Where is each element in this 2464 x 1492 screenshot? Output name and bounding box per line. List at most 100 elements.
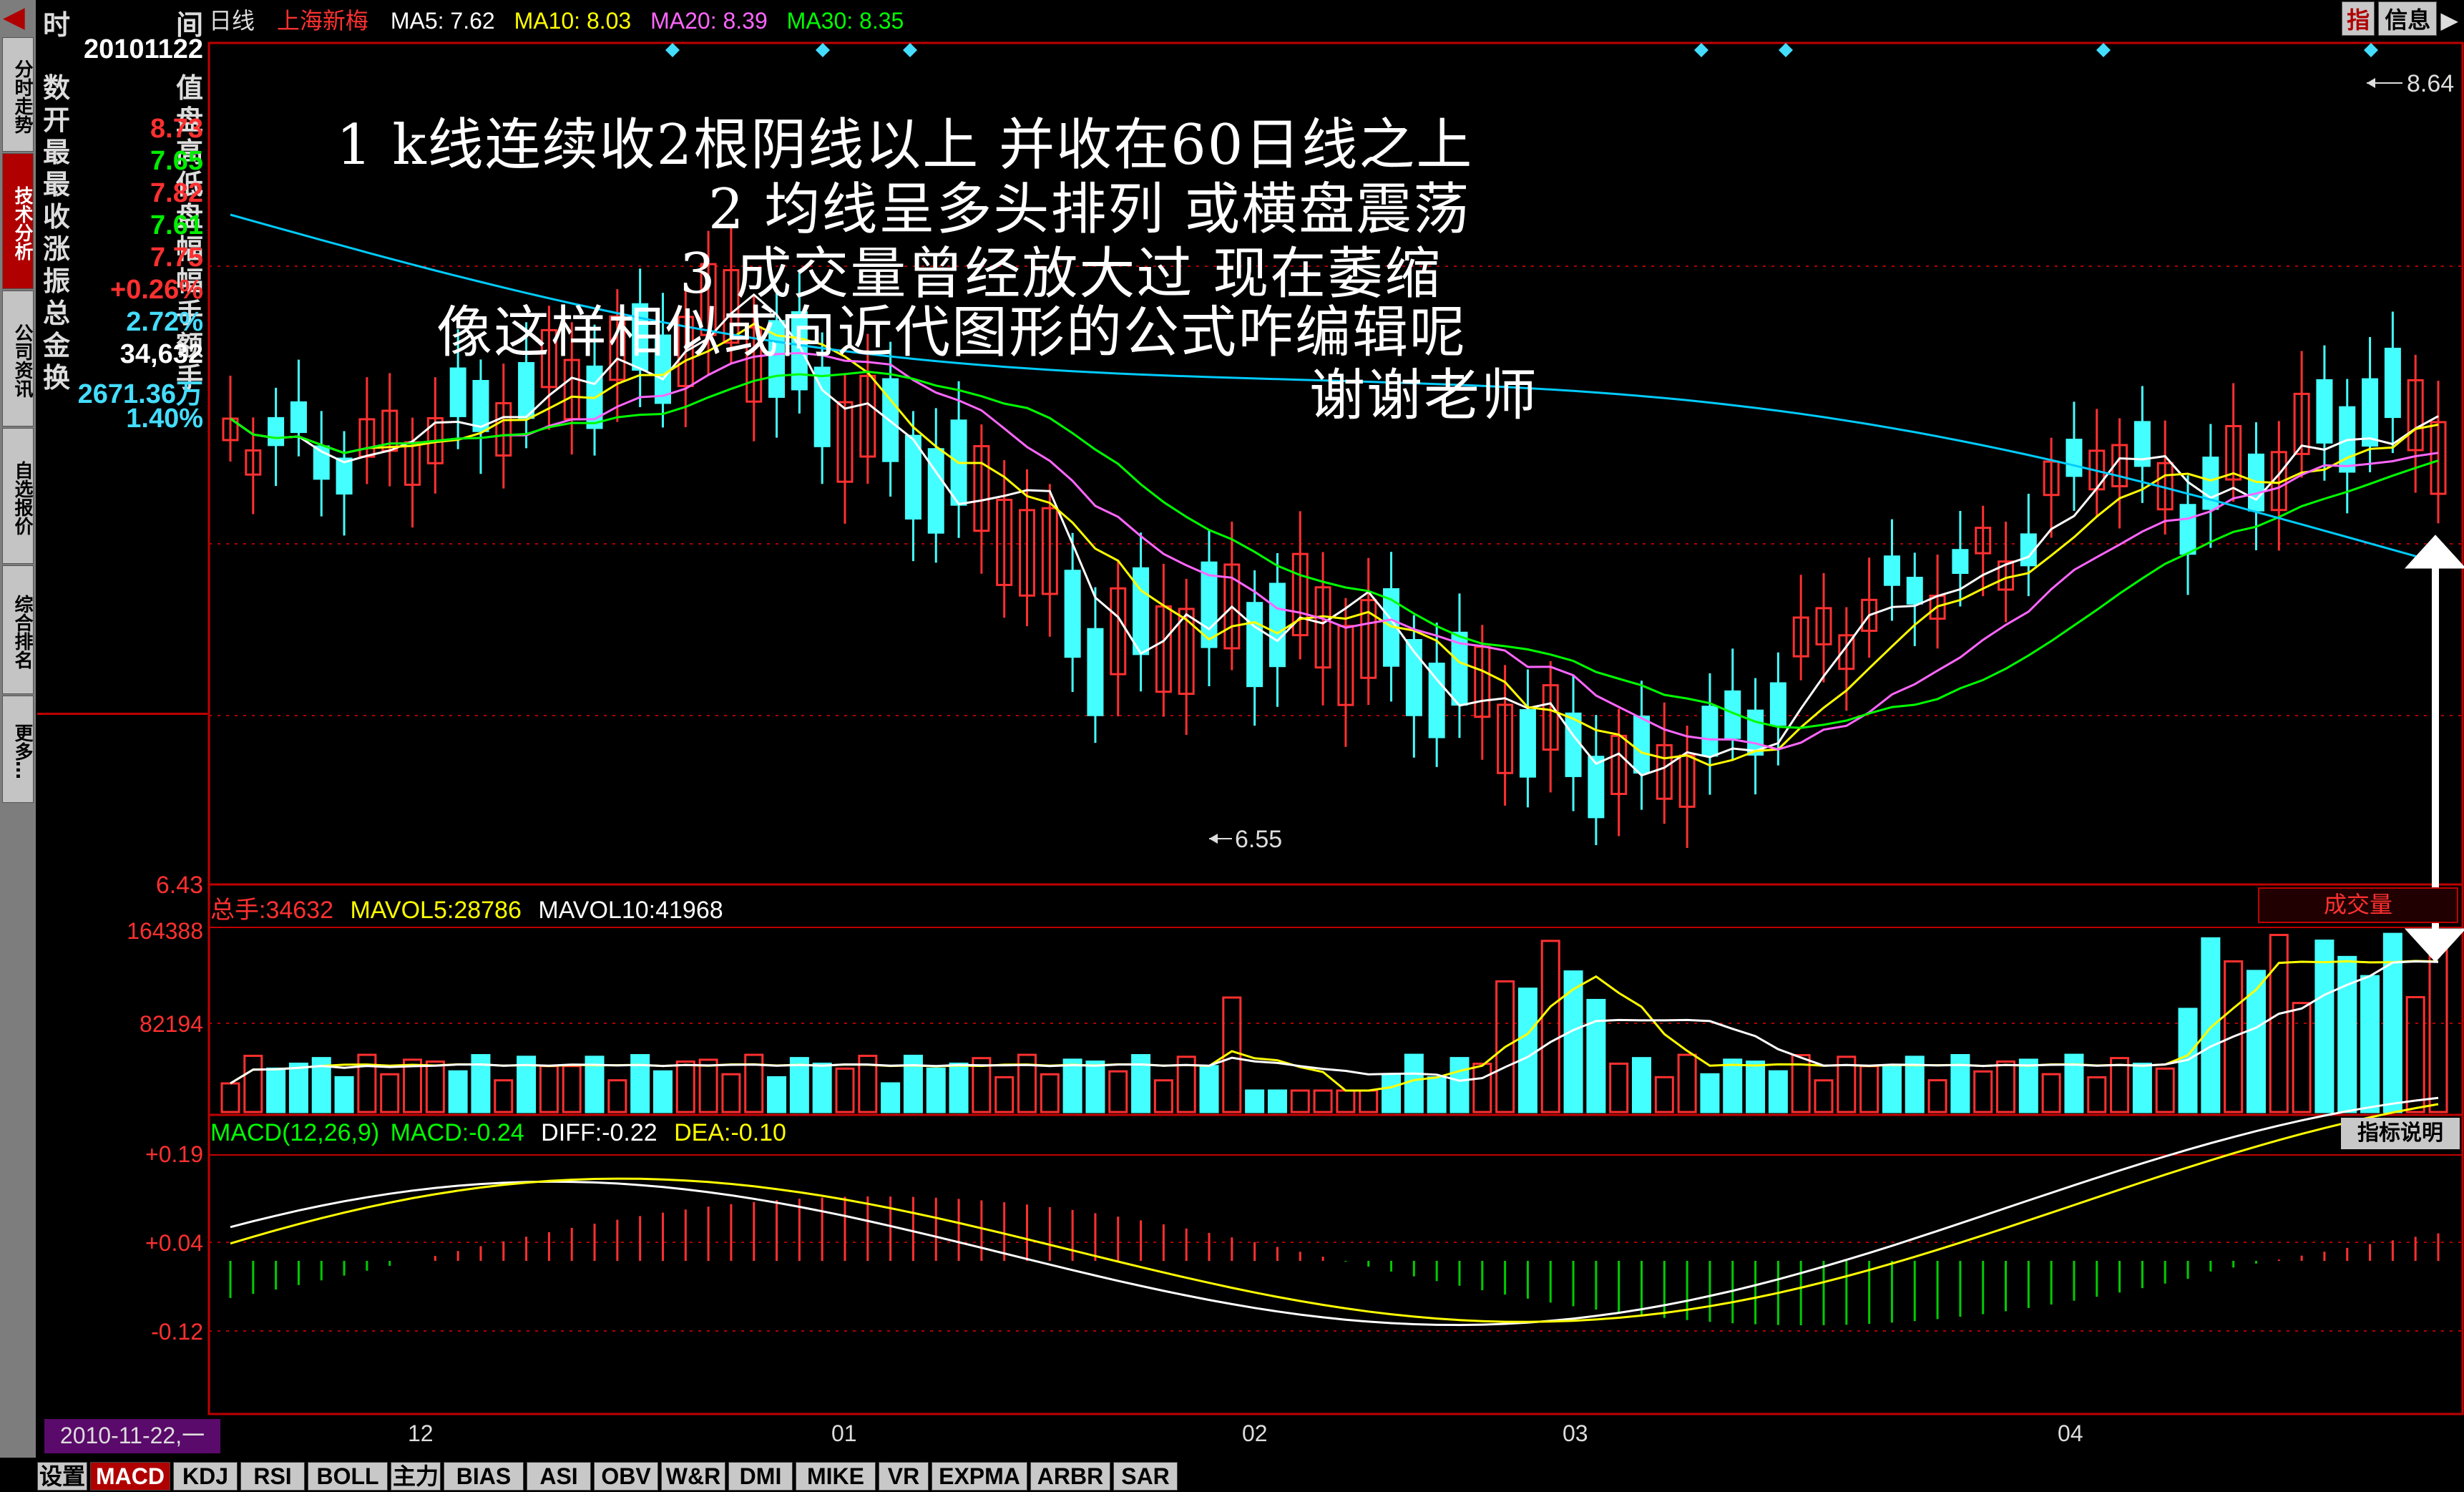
volume-bar (2246, 970, 2266, 1113)
volume-bar (1313, 1089, 1333, 1113)
macd-tick-1: +0.19 (145, 1141, 203, 1167)
candle-body (1087, 628, 1104, 716)
volume-bar (1290, 1089, 1310, 1113)
volume-bar (1153, 1079, 1173, 1113)
volume-bar (1973, 1070, 1993, 1113)
diff-label: DIFF: (541, 1119, 602, 1146)
volume-ma-lines (230, 960, 2439, 1092)
tab-vr[interactable]: VR (879, 1462, 929, 1491)
volume-bar (1586, 998, 1606, 1113)
x-label-feb: 02 (1242, 1420, 1268, 1446)
macd-label: MACD: (390, 1119, 469, 1146)
tab-sar[interactable]: SAR (1113, 1462, 1178, 1491)
candle-body (1519, 708, 1536, 778)
volume-bar (1108, 1070, 1128, 1113)
volume-bar (2201, 937, 2221, 1113)
tab-w-r[interactable]: W&R (661, 1462, 725, 1491)
candle-body (1633, 715, 1650, 774)
candle-body (1268, 582, 1286, 668)
volume-bar (812, 1063, 832, 1113)
volume-button[interactable]: 成交量 (2258, 887, 2458, 923)
tab-bias[interactable]: BIAS (444, 1462, 524, 1491)
stock-chart-window: 分时走势 技术分析 公司资讯 自选报价 综合排名 更多… ◀ 时间 201011… (0, 0, 2464, 1492)
tab-dmi[interactable]: DMI (728, 1462, 793, 1491)
volume-bar (1746, 1061, 1766, 1113)
volume-bar (403, 1058, 423, 1113)
volume-bar (1517, 988, 1537, 1113)
tab-boll[interactable]: BOLL (308, 1462, 388, 1491)
volume-bar (2337, 955, 2357, 1113)
candle-body (1064, 570, 1081, 658)
candle-body (1952, 549, 1969, 574)
volume-bar (926, 1067, 946, 1113)
price-bottom-tick: 6.43 (156, 872, 203, 899)
volume-bar (1040, 1073, 1060, 1113)
x-label-jan: 01 (831, 1420, 857, 1446)
candle-body (472, 379, 489, 432)
dea-value: -0.10 (730, 1119, 786, 1146)
x-label-apr: 04 (2058, 1420, 2083, 1446)
volume-bar (1996, 1060, 2016, 1113)
tab-rsi[interactable]: RSI (240, 1462, 305, 1491)
vol-tick-1: 164388 (127, 918, 203, 944)
volume-bar (1199, 1065, 1219, 1113)
tab--[interactable]: 主力 (391, 1462, 441, 1491)
candle-body (449, 367, 466, 417)
volume-bar (2292, 1002, 2312, 1113)
mavol10: 41968 (655, 897, 723, 924)
volume-bar (1654, 1076, 1674, 1113)
volume-bar (448, 1070, 468, 1113)
volume-bar (1882, 1065, 1902, 1113)
vol-total-label: 总手: (210, 897, 266, 924)
volume-bar (1062, 1058, 1082, 1113)
volume-bar (1085, 1061, 1105, 1113)
volume-bar (767, 1076, 787, 1113)
tab--[interactable]: 设置 (37, 1462, 87, 1491)
tab-obv[interactable]: OBV (594, 1462, 658, 1491)
tab-mike[interactable]: MIKE (796, 1462, 876, 1491)
tab-arbr[interactable]: ARBR (1030, 1462, 1110, 1491)
mavol10-label: MAVOL10: (538, 897, 656, 924)
indicator-tabs: 设置 MACD KDJ RSI BOLL 主力 BIAS ASI OBV W&R DMI MIKE VR… (0, 1458, 2464, 1492)
macd-panel-frame (207, 1113, 2464, 1415)
volume-bar (1382, 1073, 1402, 1113)
volume-bar (288, 1062, 308, 1113)
indicator-help-button[interactable]: 指标说明 (2341, 1118, 2460, 1149)
candle-body (2179, 504, 2196, 555)
volume-bar (881, 1082, 901, 1113)
volume-bar (949, 1062, 969, 1113)
candle-body (336, 457, 353, 495)
candle-body (2362, 378, 2379, 447)
candle-body (927, 448, 944, 534)
tab-asi[interactable]: ASI (527, 1462, 591, 1491)
x-label-dec: 12 (408, 1420, 434, 1446)
candle-body (1246, 602, 1263, 688)
volume-bar (1631, 1057, 1651, 1113)
candle-body (2065, 439, 2083, 477)
event-markers (665, 43, 2378, 57)
candle-body (1769, 682, 1786, 726)
volume-bar (1404, 1053, 1424, 1113)
volume-bar (1723, 1058, 1743, 1113)
x-label-mar: 03 (1563, 1420, 1588, 1446)
mavol10-line (230, 960, 2439, 1085)
volume-bar (2132, 1063, 2152, 1113)
volume-bar (380, 1073, 400, 1113)
low-label: 6.55 (1235, 826, 1282, 853)
volume-bar (698, 1058, 718, 1113)
candle-body (1565, 712, 1582, 777)
volume-bar (1336, 1089, 1356, 1113)
candle-body (1133, 567, 1150, 655)
tab-kdj[interactable]: KDJ (173, 1462, 238, 1491)
macd-header: MACD(12,26,9) MACD:-0.24 DIFF:-0.22 DEA:… (210, 1119, 786, 1147)
volume-bar (1927, 1079, 1947, 1113)
dea-label: DEA: (674, 1119, 731, 1146)
tab-expma[interactable]: EXPMA (932, 1462, 1027, 1491)
candle-body (1906, 577, 1923, 605)
volume-bar (1472, 1063, 1492, 1113)
tab-macd[interactable]: MACD (90, 1462, 170, 1491)
volume-bar (1609, 1062, 1629, 1113)
candle-body (1701, 706, 1719, 757)
volume-bar (2405, 995, 2425, 1113)
candle-body (1747, 709, 1764, 756)
